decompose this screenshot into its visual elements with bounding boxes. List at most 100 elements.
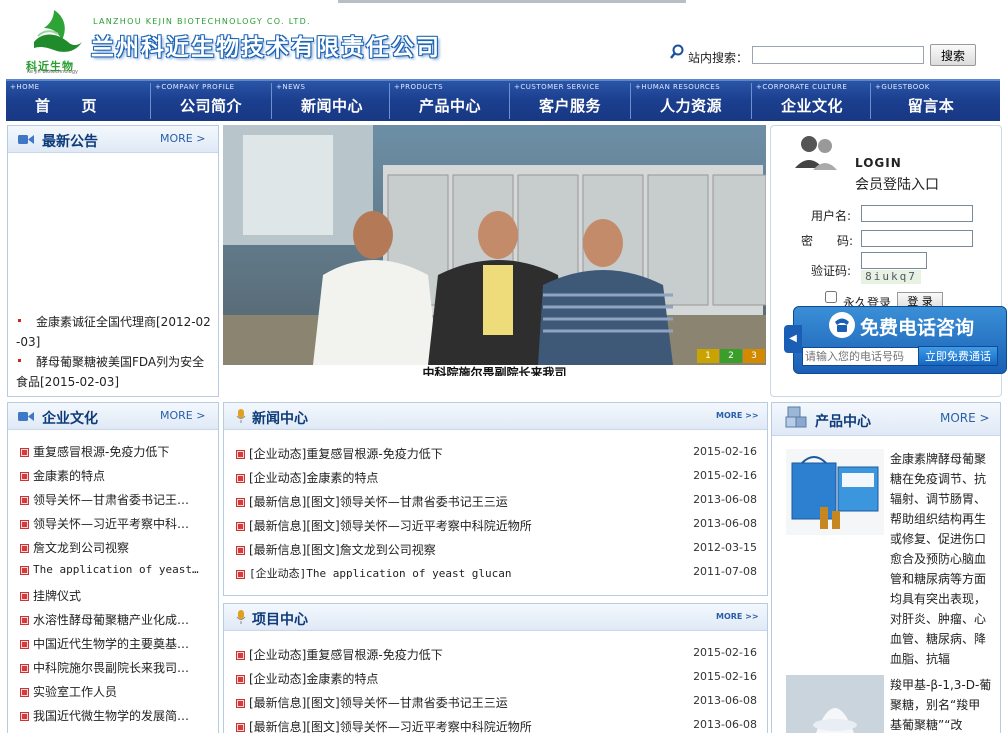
news-item-title-text: [企业动态]金康素的特点 (249, 471, 379, 485)
announcement-item[interactable]: 酵母葡聚糖被美国FDA列为安全 食品[2015-02-03] (16, 352, 212, 392)
photo-caption[interactable]: 中科院施尔畏副院长来我司 (223, 364, 766, 376)
product-image-1[interactable] (786, 449, 884, 535)
products-more-link[interactable]: MORE > (940, 411, 990, 425)
list-item[interactable]: 水溶性酵母葡聚糖产业化成… (20, 611, 212, 628)
table-row[interactable]: [企业动态]金康素的特点 2015-02-16 (236, 469, 757, 489)
product-description-2: 羧甲基-β-1,3-D-葡聚糖，别名“羧甲基葡聚糖”“改 (890, 678, 992, 732)
captcha-image[interactable]: 8iukq7 (861, 270, 921, 284)
captcha-label: 验证码: (811, 264, 852, 278)
bullet-icon (236, 675, 245, 684)
products-header: 产品中心 MORE > (772, 403, 1000, 436)
nav-products-label: 产品中心 (418, 97, 481, 115)
table-row[interactable]: [最新信息][图文]领导关怀—甘肃省委书记王三运 2013-06-08 (236, 694, 757, 714)
announcement-item[interactable]: 金康素诚征全国代理商[2012-02 -03] (16, 312, 212, 352)
nav-company-profile[interactable]: +COMPANY PROFILE 公司简介 (151, 81, 271, 121)
bullet-icon (18, 359, 21, 362)
bullet-icon (236, 546, 245, 555)
table-row[interactable]: [最新信息][图文]领导关怀—习近平考察中科院近物所 2013-06-08 (236, 718, 757, 738)
culture-item-text: 领导关怀—甘肃省委书记王… (33, 493, 190, 507)
video-icon (18, 134, 34, 148)
list-item[interactable]: 挂牌仪式 (20, 587, 212, 604)
search-button[interactable]: 搜索 (930, 44, 976, 66)
nav-guestbook[interactable]: +GUESTBOOK 留言本 (871, 81, 991, 121)
news-header: 新闻中心 MORE >> (224, 403, 767, 430)
user-avatar-icon (789, 132, 849, 179)
culture-panel: 企业文化 MORE > 重复感冒根源-免疫力低下 金康素的特点 领导关怀—甘肃省… (7, 402, 219, 733)
phone-icon (828, 311, 856, 342)
projects-more-link[interactable]: MORE >> (716, 612, 759, 621)
news-item-title: [最新信息][图文]领导关怀—甘肃省委书记王三运 (236, 493, 508, 510)
featured-photo[interactable] (223, 125, 766, 365)
project-item-date: 2013-06-08 (693, 718, 757, 731)
nav-customer-service-en: +CUSTOMER SERVICE (514, 83, 600, 91)
captcha-input[interactable] (861, 252, 927, 269)
project-item-title-text: [最新信息][图文]领导关怀—甘肃省委书记王三运 (249, 696, 508, 710)
table-row[interactable]: [最新信息][图文]领导关怀—甘肃省委书记王三运 2013-06-08 (236, 493, 757, 513)
nav-guestbook-label: 留言本 (907, 97, 955, 115)
nav-home-label: 首 页 (34, 97, 97, 115)
table-row[interactable]: [企业动态]The application of yeast glucan 201… (236, 565, 757, 585)
news-item-date: 2015-02-16 (693, 445, 757, 458)
announcements-header: 最新公告 MORE > (8, 126, 218, 153)
announcements-more-link[interactable]: MORE > (160, 132, 205, 145)
list-item[interactable]: The application of yeast… (20, 563, 212, 576)
table-row[interactable]: [最新信息][图文]詹文龙到公司视察 2012-03-15 (236, 541, 757, 561)
login-title-cn: 会员登陆入口 (855, 177, 939, 193)
bullet-icon (20, 640, 29, 649)
bullet-icon (236, 569, 245, 579)
call-now-button[interactable]: 立即免费通话 (918, 346, 998, 366)
username-input[interactable] (861, 205, 973, 222)
news-item-date: 2013-06-08 (693, 517, 757, 530)
list-item[interactable]: 实验室工作人员 (20, 683, 212, 700)
table-row[interactable]: [最新信息][图文]领导关怀—习近平考察中科院近物所 2013-06-08 (236, 517, 757, 537)
list-item[interactable]: 詹文龙到公司视察 (20, 539, 212, 556)
list-item[interactable]: 重复感冒根源-免疫力低下 (20, 443, 212, 460)
culture-more-link[interactable]: MORE > (160, 409, 205, 422)
culture-item-text: 金康素的特点 (33, 469, 106, 483)
nav-news[interactable]: +NEWS 新闻中心 (272, 81, 392, 121)
bullet-icon (20, 520, 29, 529)
top-bar (338, 0, 686, 3)
phone-number-input[interactable] (802, 347, 920, 366)
slide-dot-2[interactable]: 2 (720, 349, 742, 363)
remember-checkbox[interactable] (825, 291, 837, 303)
password-input[interactable] (861, 230, 973, 247)
nav-human-resources[interactable]: +HUMAN RESOURCES 人力资源 (631, 81, 751, 121)
search-label: 站内搜索： (688, 51, 749, 65)
news-item-title-text: [最新信息][图文]领导关怀—甘肃省委书记王三运 (249, 495, 508, 509)
nav-customer-service[interactable]: +CUSTOMER SERVICE 客户服务 (510, 81, 630, 121)
username-label: 用户名: (811, 209, 852, 223)
list-item[interactable]: 中国近代生物学的主要奠基… (20, 635, 212, 652)
news-item-date: 2013-06-08 (693, 493, 757, 506)
announcement-text-2b: 食品[2015-02-03] (16, 375, 120, 389)
search-input[interactable] (752, 46, 924, 64)
slide-dot-3[interactable]: 3 (743, 349, 765, 363)
list-item[interactable]: 领导关怀—习近平考察中科… (20, 515, 212, 532)
table-row[interactable]: [企业动态]重复感冒根源-免疫力低下 2015-02-16 (236, 445, 757, 465)
list-item[interactable]: 中科院施尔畏副院长来我司… (20, 659, 212, 676)
table-row[interactable]: [企业动态]金康素的特点 2015-02-16 (236, 670, 757, 690)
product-image-2[interactable] (786, 675, 884, 733)
list-item[interactable]: 领导关怀—甘肃省委书记王… (20, 491, 212, 508)
news-item-date: 2015-02-16 (693, 469, 757, 482)
announcements-panel: 最新公告 MORE > 金康素诚征全国代理商[2012-02 -03] 酵母葡聚… (7, 125, 219, 397)
news-more-link[interactable]: MORE >> (716, 411, 759, 420)
project-item-title-text: [企业动态]金康素的特点 (249, 672, 379, 686)
news-item-title-text: [企业动态]重复感冒根源-免疫力低下 (249, 447, 443, 461)
list-item[interactable]: 金康素的特点 (20, 467, 212, 484)
culture-item-text: 詹文龙到公司视察 (33, 541, 130, 555)
nav-corporate-culture[interactable]: +CORPORATE CULTURE 企业文化 (752, 81, 872, 121)
nav-products[interactable]: +PRODUCTS 产品中心 (390, 81, 510, 121)
news-item-title: [企业动态]金康素的特点 (236, 469, 378, 486)
company-name-en: LANZHOU KEJIN BIOTECHNOLOGY CO. LTD. (93, 17, 311, 26)
nav-home[interactable]: +HOME 首 页 (6, 81, 126, 121)
bullet-icon (20, 616, 29, 625)
culture-item-text: 中国近代生物学的主要奠基… (33, 637, 190, 651)
video-icon (18, 411, 34, 425)
table-row[interactable]: [企业动态]重复感冒根源-免疫力低下 2015-02-16 (236, 646, 757, 666)
slide-dot-1[interactable]: 1 (697, 349, 719, 363)
culture-item-text: 挂牌仪式 (33, 589, 82, 603)
collapse-arrow-icon[interactable]: ◀ (784, 325, 802, 353)
list-item[interactable]: 我国近代微生物学的发展简… (20, 707, 212, 724)
projects-panel: 项目中心 MORE >> [企业动态]重复感冒根源-免疫力低下 2015-02-1… (223, 603, 768, 734)
